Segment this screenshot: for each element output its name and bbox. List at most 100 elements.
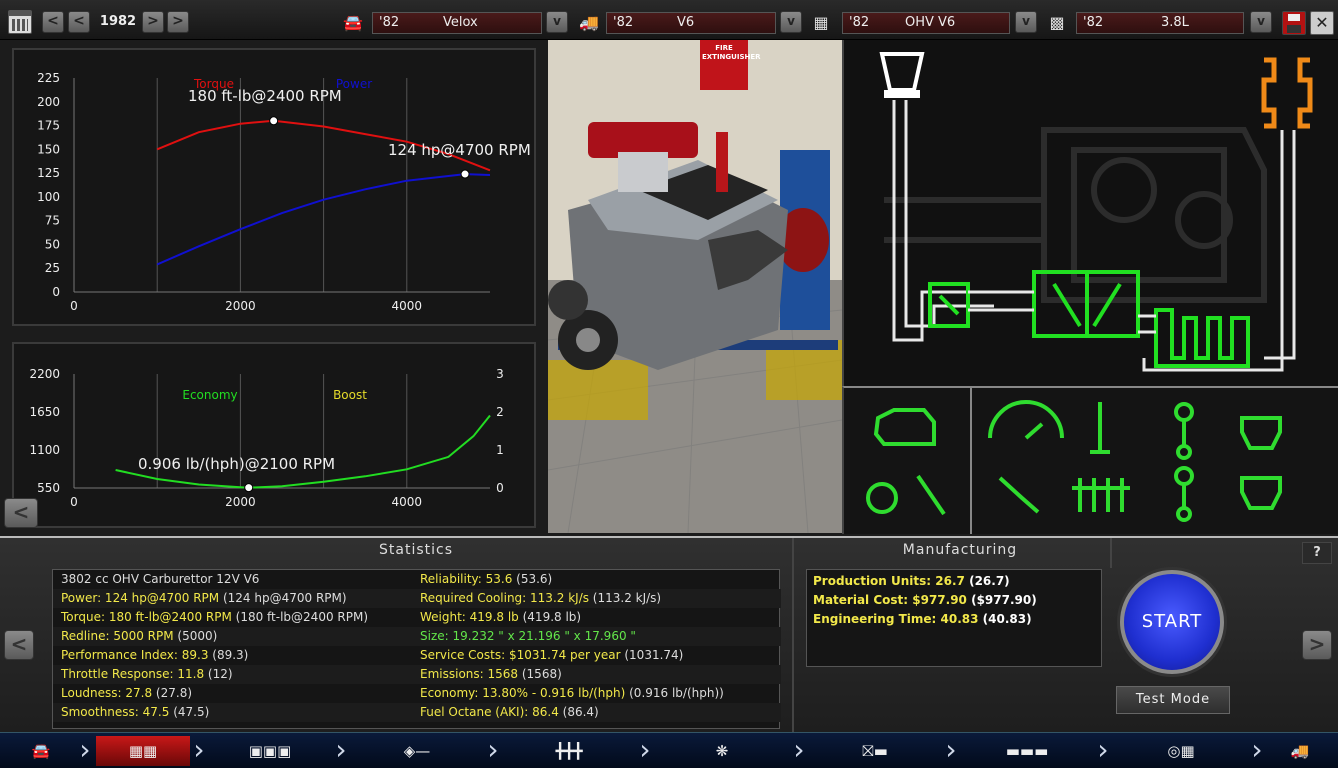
prev-year-button[interactable]: <	[68, 11, 90, 33]
car-icon: 🚘	[343, 13, 363, 32]
variant-selector[interactable]: '82 3.8L	[1076, 12, 1244, 34]
stat-item: Power: 124 hp@4700 RPM (124 hp@4700 RPM)	[61, 591, 347, 605]
manufacturing-list: Production Units: 26.7 (26.7) Material C…	[806, 569, 1102, 667]
next-page-button[interactable]: >	[1302, 630, 1332, 660]
calendar-icon[interactable]	[8, 10, 32, 34]
variant-value: 3.8L	[1161, 15, 1189, 30]
economy-chart-svg: 550 1100 1650 2200 0 1 2 3 0 2000 4000 Economy Boost…	[29, 367, 504, 509]
variant-dropdown-button[interactable]: v	[1250, 11, 1272, 33]
statistics-title: Statistics	[379, 542, 453, 558]
tab-summary[interactable]: 🚚	[1266, 736, 1334, 766]
stat-item: Weight: 419.8 lb (419.8 lb)	[420, 610, 582, 624]
annotation-label: 180 ft-lb@2400 RPM	[188, 87, 342, 105]
engine-value: OHV V6	[905, 15, 956, 30]
stat-item: Required Cooling: 113.2 kJ/s (113.2 kJ/s…	[420, 591, 662, 605]
model-dropdown-button[interactable]: v	[546, 11, 568, 33]
engine-dropdown-button[interactable]: v	[1015, 11, 1037, 33]
tachometer-icon[interactable]	[984, 402, 1064, 454]
prev-page-button[interactable]: <	[4, 630, 34, 660]
help-button[interactable]: ?	[1302, 542, 1332, 564]
wrench-icon[interactable]	[990, 468, 1050, 520]
y-tick-label: 200	[37, 95, 60, 109]
model-selector[interactable]: '82 Velox	[372, 12, 542, 34]
last-year-button[interactable]: >	[167, 11, 189, 33]
chevron-right-icon: ›	[793, 733, 805, 766]
tab-exhaust[interactable]: ▬▬▬	[962, 736, 1092, 766]
valve-icon[interactable]	[1084, 398, 1118, 458]
y-tick-label: 100	[37, 190, 60, 204]
legend-boost: Boost	[333, 388, 367, 402]
y-tick-label: 125	[37, 166, 60, 180]
chevron-right-icon: ›	[1251, 733, 1263, 766]
chevron-right-icon: ›	[79, 733, 91, 766]
engine-year: '82	[849, 15, 870, 30]
chevron-right-icon: ›	[487, 733, 499, 766]
y-tick-label: 50	[45, 237, 60, 251]
schematic-diagram	[879, 52, 1313, 372]
x-tick-label: 2000	[225, 495, 256, 509]
tab-dyno[interactable]: ◎▦	[1114, 736, 1248, 766]
tab-crank[interactable]: ◈—	[352, 736, 482, 766]
peak-marker	[244, 483, 254, 493]
y-tick-label: 2200	[29, 367, 60, 381]
stat-item: Loudness: 27.8 (27.8)	[61, 686, 193, 700]
x-tick-label: 4000	[392, 299, 423, 313]
test-mode-button[interactable]: Test Mode	[1116, 686, 1230, 714]
parts-panel	[842, 386, 1338, 534]
model-value: Velox	[443, 15, 478, 30]
annotation-label: 0.906 lb/(hph)@2100 RPM	[138, 455, 335, 473]
tab-car[interactable]: 🚘	[6, 736, 76, 766]
legend-economy: Economy	[182, 388, 237, 402]
piston-top-icon[interactable]	[1234, 408, 1286, 454]
y2-tick-label: 3	[496, 367, 504, 381]
piston-icon: ▩	[1049, 13, 1065, 32]
bottom-tab-bar: 🚘 › ▦▦ › ▣▣▣ › ◈— › ╋╋╋ › ❋ › ⛝▬ › ▬▬▬ ›…	[0, 732, 1338, 768]
family-selector[interactable]: '82 V6	[606, 12, 776, 34]
stat-item: Size: 19.232 " x 21.196 " x 17.960 "	[420, 629, 636, 643]
chevron-right-icon: ›	[335, 733, 347, 766]
close-icon[interactable]: ✕	[1310, 11, 1334, 35]
tab-turbo[interactable]: ❋	[656, 736, 788, 766]
stat-item: Performance Index: 89.3 (89.3)	[61, 648, 249, 662]
tab-block[interactable]: ▣▣▣	[210, 736, 330, 766]
engine-3d-view[interactable]: FIRE EXTINGUISHER	[548, 40, 842, 533]
next-year-button[interactable]: >	[142, 11, 164, 33]
peak-marker	[269, 116, 279, 126]
family-dropdown-button[interactable]: v	[780, 11, 802, 33]
stats-area: Statistics Manufacturing ? < > 3802 cc O…	[0, 536, 1338, 734]
conrod-bottom-icon[interactable]	[1164, 464, 1204, 524]
stat-item: Economy: 13.80% - 0.916 lb/(hph) (0.916 …	[420, 686, 724, 700]
spark-plug-icon[interactable]	[910, 468, 958, 520]
y-tick-label: 0	[52, 285, 60, 299]
tab-valvetrain[interactable]: ╋╋╋	[504, 736, 634, 766]
y-tick-label: 550	[37, 481, 60, 495]
annotation-label: 124 hp@4700 RPM	[388, 141, 531, 159]
stat-item: 3802 cc OHV Carburettor 12V V6	[61, 572, 260, 586]
engine-render	[548, 40, 842, 533]
y-tick-label: 25	[45, 261, 60, 275]
material-cost: Material Cost: $977.90 ($977.90)	[813, 593, 1037, 607]
first-year-button[interactable]: <	[42, 11, 64, 33]
chevron-right-icon: ›	[639, 733, 651, 766]
family-year: '82	[613, 15, 634, 30]
piston-bottom-icon[interactable]	[1234, 468, 1286, 514]
tab-engine[interactable]: ▦▦	[96, 736, 190, 766]
engine-selector[interactable]: '82 OHV V6	[842, 12, 1010, 34]
stat-item: Service Costs: $1031.74 per year (1031.7…	[420, 648, 684, 662]
tab-fuel[interactable]: ⛝▬	[810, 736, 940, 766]
conrod-icon[interactable]	[1164, 398, 1204, 458]
y-tick-label: 175	[37, 119, 60, 133]
save-icon[interactable]	[1282, 11, 1306, 35]
camshaft-icon[interactable]	[1066, 468, 1136, 520]
ignition-icon[interactable]	[854, 468, 910, 520]
y-tick-label: 1650	[29, 405, 60, 419]
stat-item: Redline: 5000 RPM (5000)	[61, 629, 218, 643]
collapse-charts-button[interactable]: <	[4, 498, 38, 528]
engine-check-icon[interactable]	[872, 402, 938, 454]
x-tick-label: 2000	[225, 299, 256, 313]
start-button[interactable]: START	[1120, 570, 1224, 674]
economy-chart: 550 1100 1650 2200 0 1 2 3 0 2000 4000 Economy Boost…	[12, 342, 536, 528]
y-tick-label: 150	[37, 142, 60, 156]
car-front-icon: 🚚	[579, 13, 599, 32]
y-tick-label: 225	[37, 71, 60, 85]
